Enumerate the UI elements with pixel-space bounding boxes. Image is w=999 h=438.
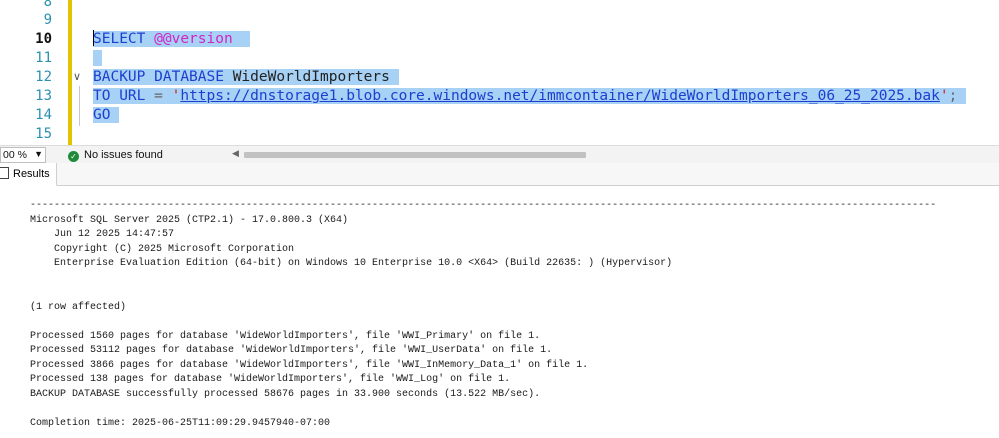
line-number-current: 10 xyxy=(35,31,52,47)
collapse-icon[interactable]: ∨ xyxy=(73,70,81,83)
message-line: Processed 53112 pages for database 'Wide… xyxy=(30,345,553,356)
message-line: Microsoft SQL Server 2025 (CTP2.1) - 17.… xyxy=(30,214,349,226)
editor-status-bar: 00 % ▼ ✓ No issues found ◀ xyxy=(0,145,999,164)
separator-line: ----------------------------------------… xyxy=(30,200,937,211)
horizontal-scrollbar-thumb[interactable] xyxy=(244,152,586,158)
line-number: 8 xyxy=(43,0,52,10)
issues-indicator[interactable]: ✓ No issues found xyxy=(68,148,163,162)
backup-url-link[interactable]: https://dnstorage1.blob.core.windows.net… xyxy=(180,88,940,104)
dropdown-arrow-icon: ▼ xyxy=(34,149,43,159)
line-number: 13 xyxy=(35,88,52,104)
keyword-select: SELECT xyxy=(93,31,146,47)
message-line xyxy=(30,272,936,287)
line-number: 11 xyxy=(35,50,52,66)
line-number: 9 xyxy=(43,12,52,28)
keyword-go: GO xyxy=(93,107,111,123)
keyword-database: DATABASE xyxy=(154,69,224,85)
message-line: Jun 12 2025 14:47:57 xyxy=(30,229,175,240)
line-number: 14 xyxy=(35,107,52,123)
keyword-to: TO xyxy=(93,88,111,104)
messages-output[interactable]: ----------------------------------------… xyxy=(30,199,936,431)
semicolon: ; xyxy=(948,88,958,104)
keyword-url: URL xyxy=(119,88,146,104)
message-line xyxy=(30,286,936,301)
zoom-dropdown[interactable]: 00 % ▼ xyxy=(0,147,46,163)
tab-results[interactable]: Results xyxy=(0,163,57,186)
message-line: Enterprise Evaluation Edition (64-bit) o… xyxy=(30,258,673,269)
query-editor[interactable]: 8 9 10 11 12 13 14 15 ∨ SELECT @@version… xyxy=(0,0,999,145)
database-name: WideWorldImporters xyxy=(232,69,390,85)
system-variable-version: @@version xyxy=(154,31,233,47)
issues-text: No issues found xyxy=(84,149,163,161)
line-number: 12 xyxy=(35,69,52,85)
results-tab-bar: Results xyxy=(0,163,999,186)
message-line xyxy=(30,402,936,417)
message-line xyxy=(30,315,936,330)
quote-close: ' xyxy=(939,88,949,104)
tab-results-label: Results xyxy=(13,168,50,180)
scroll-left-icon[interactable]: ◀ xyxy=(232,148,239,159)
message-line: Processed 3866 pages for database 'WideW… xyxy=(30,359,589,371)
message-line: Processed 1560 pages for database 'WideW… xyxy=(30,330,541,342)
change-tracking-bar xyxy=(68,0,72,145)
line-number: 15 xyxy=(35,126,52,142)
check-circle-icon: ✓ xyxy=(68,151,79,162)
code-line-11[interactable] xyxy=(93,49,102,68)
results-grid-icon xyxy=(0,167,9,179)
equals-operator: = xyxy=(154,88,163,104)
message-line: Copyright (C) 2025 Microsoft Corporation xyxy=(30,243,295,255)
message-line: (1 row affected) xyxy=(30,301,127,313)
code-line-10[interactable]: SELECT @@version xyxy=(93,30,251,49)
message-line: BACKUP DATABASE successfully processed 5… xyxy=(30,388,541,400)
message-line: Processed 138 pages for database 'WideWo… xyxy=(30,374,511,385)
code-line-12[interactable]: BACKUP DATABASE WideWorldImporters xyxy=(93,68,399,87)
zoom-value: 00 % xyxy=(3,149,27,161)
fold-guide xyxy=(79,86,80,126)
keyword-backup: BACKUP xyxy=(93,69,146,85)
code-line-14[interactable]: GO xyxy=(93,106,120,125)
code-line-13[interactable]: TO URL = 'https://dnstorage1.blob.core.w… xyxy=(93,87,967,106)
message-line: Completion time: 2025-06-25T11:09:29.945… xyxy=(30,417,331,429)
